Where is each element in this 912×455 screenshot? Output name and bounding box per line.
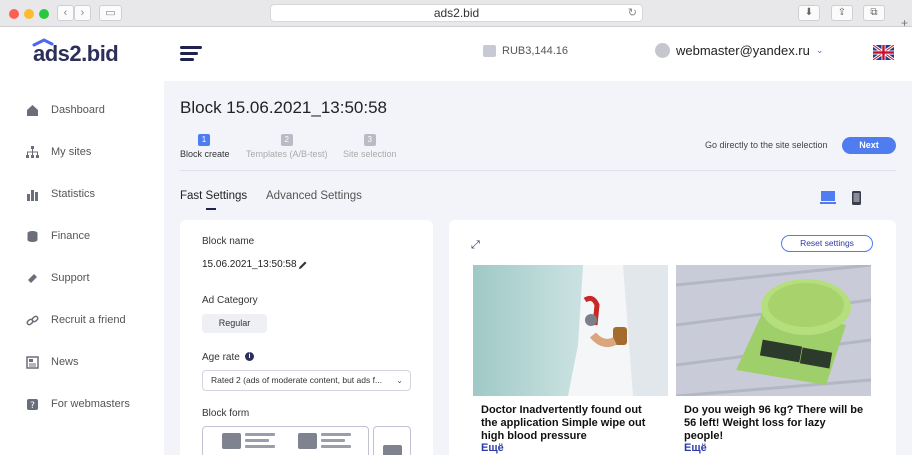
close-window-button[interactable] — [9, 9, 19, 19]
ad-category-chip[interactable]: Regular — [202, 314, 267, 333]
question-icon: ? — [27, 398, 38, 411]
sidebar-item-finance[interactable]: Finance — [26, 227, 90, 245]
next-button[interactable]: Next — [842, 137, 896, 154]
reload-icon[interactable]: ↻ — [628, 5, 637, 22]
image-placeholder-icon — [298, 433, 317, 449]
settings-card: Block name 15.06.2021_13:50:58 Ad Catego… — [180, 220, 433, 455]
sidebar-toggle-icon[interactable]: ▭ — [99, 5, 122, 21]
image-placeholder-icon — [383, 445, 402, 455]
uk-flag-icon[interactable] — [873, 45, 894, 60]
doctor-image — [473, 265, 668, 396]
sidebar-item-dashboard[interactable]: Dashboard — [26, 101, 105, 119]
tab-fast-settings[interactable]: Fast Settings — [180, 190, 247, 202]
sidebar-item-news[interactable]: News — [26, 353, 79, 371]
balance-amount: RUB3,144.16 — [502, 45, 569, 57]
preview-card: ⤢ Reset settings Doctor Inadvertently fo… — [449, 220, 896, 455]
image-placeholder-icon — [222, 433, 241, 449]
block-name-value: 15.06.2021_13:50:58 — [202, 259, 297, 270]
mobile-preview-icon[interactable] — [852, 191, 861, 205]
step-number: 3 — [363, 134, 376, 146]
step-label: Templates (A/B-test) — [246, 149, 328, 159]
home-icon — [27, 104, 38, 116]
coins-icon — [27, 230, 38, 242]
page-title: Block 15.06.2021_13:50:58 — [180, 98, 388, 117]
bar-chart-icon — [27, 189, 38, 201]
ad-preview-1[interactable]: Doctor Inadvertently found out the appli… — [473, 265, 668, 455]
wallet-icon — [483, 45, 496, 57]
scale-image — [676, 265, 871, 396]
user-avatar-icon — [655, 43, 670, 58]
sidebar-item-label: For webmasters — [51, 398, 130, 410]
ad-more-link[interactable]: Ещё — [684, 442, 707, 454]
sidebar: Dashboard My sites Statistics Finance Su… — [0, 81, 164, 455]
age-rate-label: Age rate — [202, 352, 240, 363]
address-bar[interactable]: ads2.bid ↻ — [270, 4, 643, 22]
sidebar-item-label: My sites — [51, 146, 92, 158]
step-templates[interactable]: 2 Templates (A/B-test) — [246, 134, 328, 159]
sidebar-item-label: Support — [51, 272, 90, 284]
share-icon[interactable]: ⇪ — [831, 5, 853, 21]
download-icon[interactable]: ⬇ — [798, 5, 820, 21]
edit-pencil-icon[interactable] — [298, 260, 308, 270]
chain-icon — [26, 315, 39, 325]
sidebar-item-label: Finance — [51, 230, 91, 242]
divider — [180, 170, 896, 171]
newspaper-icon — [26, 355, 39, 369]
ad-more-link[interactable]: Ещё — [481, 442, 504, 454]
main-content: Block 15.06.2021_13:50:58 1 Block create… — [164, 81, 912, 455]
svg-text:?: ? — [30, 401, 35, 411]
ad-title: Doctor Inadvertently found out the appli… — [481, 404, 646, 442]
sidebar-item-label: Statistics — [51, 188, 96, 200]
sidebar-item-recruit-a-friend[interactable]: Recruit a friend — [26, 311, 126, 329]
sidebar-item-support[interactable]: Support — [26, 269, 90, 287]
user-email: webmaster@yandex.ru — [676, 43, 810, 58]
sidebar-item-for-webmasters[interactable]: ? For webmasters — [26, 395, 130, 413]
user-menu[interactable]: webmaster@yandex.ru ⌄ — [655, 43, 823, 58]
sidebar-item-label: Dashboard — [51, 104, 105, 116]
app-header: ads2.bid RUB3,144.16 webmaster@yandex.ru… — [0, 27, 912, 81]
chevron-down-icon: ⌄ — [815, 45, 824, 55]
ad-category-label: Ad Category — [202, 295, 258, 306]
step-site-selection[interactable]: 3 Site selection — [343, 134, 397, 159]
age-rate-select[interactable]: Rated 2 (ads of moderate content, but ad… — [202, 370, 411, 391]
browser-toolbar: ‹ › ▭ ads2.bid ↻ ⬇ ⇪ ⧉ + — [0, 0, 912, 30]
logo[interactable]: ads2.bid — [33, 41, 119, 67]
ad-title: Do you weigh 96 kg? There will be 56 lef… — [684, 404, 864, 442]
step-label: Block create — [180, 149, 230, 159]
sidebar-item-my-sites[interactable]: My sites — [26, 143, 91, 161]
info-icon[interactable]: i — [245, 352, 254, 361]
minimize-window-button[interactable] — [24, 9, 34, 19]
tabs-icon[interactable]: ⧉ — [863, 5, 885, 21]
step-label: Site selection — [343, 149, 397, 159]
tab-advanced-settings[interactable]: Advanced Settings — [266, 190, 362, 202]
reset-settings-button[interactable]: Reset settings — [781, 235, 873, 252]
ad-preview-2[interactable]: Do you weigh 96 kg? There will be 56 lef… — [676, 265, 871, 455]
block-form-option-grid[interactable] — [202, 426, 369, 455]
url-text: ads2.bid — [433, 6, 480, 20]
block-name-label: Block name — [202, 236, 255, 247]
block-form-option-single[interactable] — [373, 426, 411, 455]
back-icon[interactable]: ‹ — [57, 5, 74, 21]
ticket-icon — [28, 273, 37, 283]
block-form-label: Block form — [202, 408, 250, 419]
forward-icon[interactable]: › — [74, 5, 91, 21]
step-number: 1 — [198, 134, 210, 146]
goto-site-selection-text: Go directly to the site selection — [705, 140, 828, 150]
menu-toggle-icon[interactable] — [180, 46, 202, 62]
age-rate-selected-value: Rated 2 (ads of moderate content, but ad… — [211, 375, 383, 385]
sidebar-item-label: Recruit a friend — [51, 314, 126, 326]
desktop-preview-icon[interactable] — [820, 191, 836, 204]
sidebar-item-statistics[interactable]: Statistics — [26, 185, 95, 203]
fullscreen-icon[interactable]: ⤢ — [471, 239, 480, 252]
step-number: 2 — [280, 134, 293, 146]
sidebar-item-label: News — [51, 356, 79, 368]
chevron-down-icon: ⌄ — [396, 376, 403, 385]
balance-display: RUB3,144.16 — [483, 45, 568, 57]
sitemap-icon — [26, 145, 39, 158]
maximize-window-button[interactable] — [39, 9, 49, 19]
active-tab-indicator — [206, 208, 216, 210]
step-block-create[interactable]: 1 Block create — [180, 134, 230, 159]
